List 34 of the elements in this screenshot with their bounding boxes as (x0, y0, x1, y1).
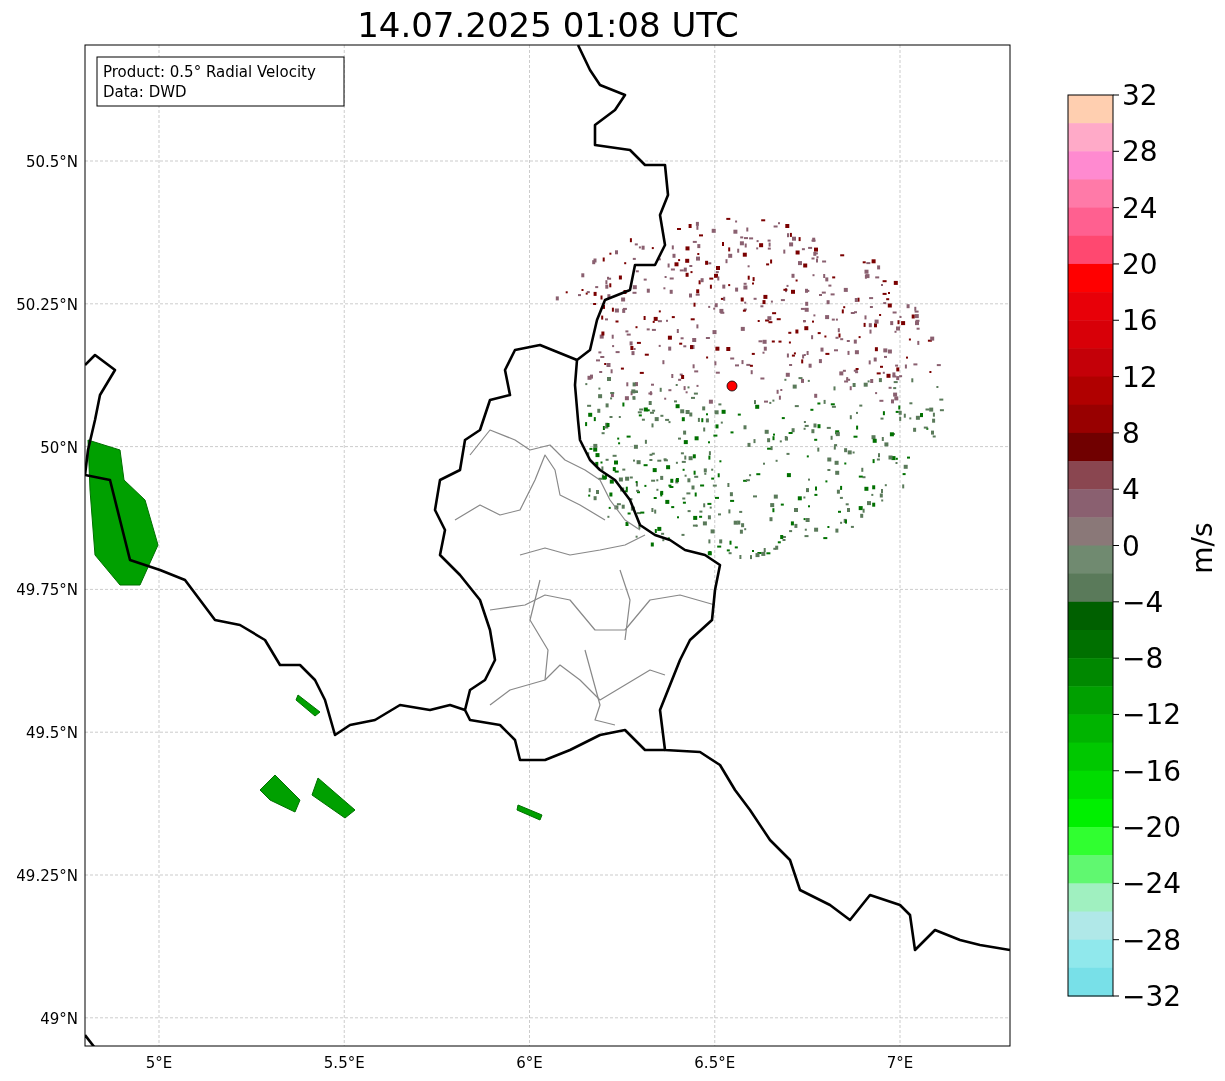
colorbar-tick-label: 28 (1122, 135, 1158, 169)
colorbar-tick-label: −32 (1122, 980, 1182, 1013)
latitude-label: 49.75°N (16, 581, 78, 600)
colorbar-tick-label: 32 (1122, 79, 1158, 112)
radar-site-icon (726, 380, 738, 392)
legend-text: Product: 0.5° Radial Velocity (103, 63, 316, 81)
colorbar-tick-label: 20 (1122, 247, 1158, 281)
latitude-label: 50.25°N (16, 295, 78, 314)
longitude-label: 5.5°E (323, 1054, 365, 1072)
chart-title: 14.07.2025 01:08 UTC (357, 5, 739, 45)
colorbar-tick-label: 12 (1122, 360, 1158, 394)
latitude-label: 49.25°N (16, 867, 78, 885)
colorbar-tick-label: −16 (1122, 754, 1182, 788)
colorbar-tick-label: −4 (1122, 585, 1164, 619)
colorbar-tick-label: −24 (1122, 867, 1182, 901)
longitude-label: 6°E (516, 1054, 543, 1072)
colorbar-tick-label: −20 (1122, 811, 1182, 845)
colorbar-tick-label: 0 (1122, 529, 1140, 563)
colorbar-tick-label: 16 (1122, 304, 1158, 338)
latitude-label: 49°N (40, 1009, 78, 1028)
legend-text: Data: DWD (103, 83, 187, 101)
colorbar-tick-label: −12 (1122, 698, 1182, 732)
colorbar-tick-label: −28 (1122, 923, 1182, 957)
longitude-label: 7°E (886, 1054, 914, 1072)
latitude-label: 49.5°N (25, 724, 78, 743)
latitude-label: 50.5°N (25, 153, 78, 171)
colorbar-tick-label: 24 (1122, 191, 1158, 225)
colorbar-label: m/s (1186, 522, 1219, 574)
colorbar-tick-label: 4 (1122, 473, 1140, 507)
longitude-label: 6.5°E (694, 1054, 736, 1072)
colorbar-tick-label: 8 (1122, 416, 1140, 450)
latitude-label: 50°N (40, 438, 78, 457)
longitude-label: 5°E (145, 1054, 173, 1072)
colorbar-tick-label: −8 (1122, 642, 1164, 676)
